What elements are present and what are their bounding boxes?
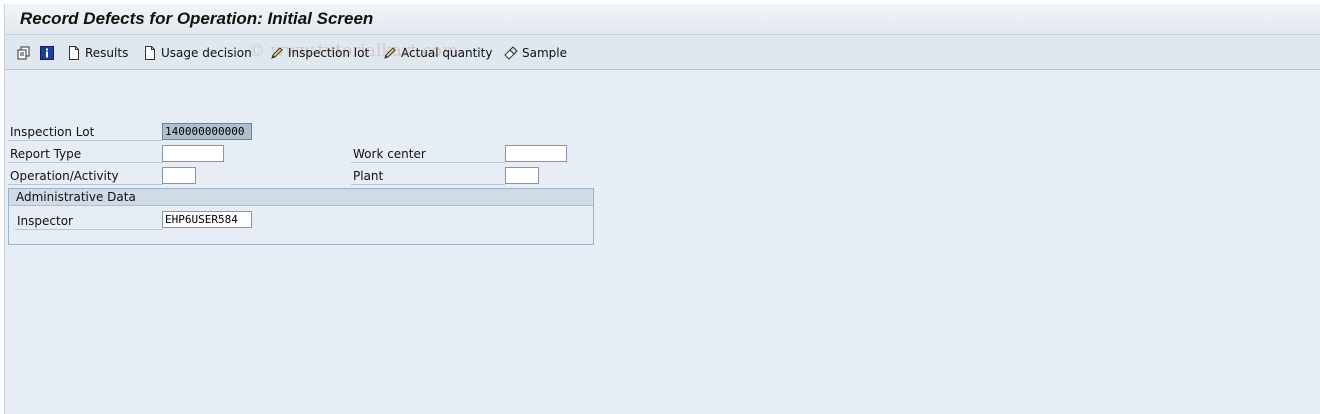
info-icon <box>40 46 54 60</box>
sample-button[interactable]: Sample <box>504 44 567 62</box>
group-header: Administrative Data <box>9 189 593 206</box>
info-button[interactable] <box>40 44 54 62</box>
pencil-icon <box>271 47 283 59</box>
eraser-pencil-icon <box>504 46 518 60</box>
document-icon <box>69 46 79 60</box>
label-underline <box>8 162 163 163</box>
inspection-lot-label: Inspection lot <box>288 46 370 60</box>
sample-label: Sample <box>522 46 567 60</box>
label-underline <box>351 162 505 163</box>
report-type-label: Report Type <box>10 147 82 161</box>
plant-input[interactable] <box>505 167 539 184</box>
operation-activity-input[interactable] <box>162 167 196 184</box>
results-button[interactable]: Results <box>67 44 128 62</box>
multi-document-icon <box>17 46 30 60</box>
operation-activity-label: Operation/Activity <box>10 169 119 183</box>
label-underline <box>8 140 163 141</box>
document-icon <box>145 46 155 60</box>
group-title: Administrative Data <box>16 190 136 204</box>
title-bar: Record Defects for Operation: Initial Sc… <box>5 4 1320 35</box>
actual-quantity-button[interactable]: Actual quantity <box>383 44 492 62</box>
inspection-lot-input[interactable]: 140000000000 <box>162 123 252 140</box>
inspector-input[interactable]: EHP6USER584 <box>162 211 252 228</box>
report-type-input[interactable] <box>162 145 224 162</box>
usage-decision-button[interactable]: Usage decision <box>143 44 252 62</box>
label-underline <box>8 184 163 185</box>
work-center-label: Work center <box>353 147 426 161</box>
multi-document-button[interactable] <box>17 44 31 62</box>
application-toolbar: © www.tutorialkart.com Results Usage dec… <box>5 35 1320 70</box>
plant-label: Plant <box>353 169 384 183</box>
usage-decision-label: Usage decision <box>161 46 252 60</box>
actual-quantity-label: Actual quantity <box>401 46 493 60</box>
label-underline <box>351 184 505 185</box>
administrative-data-group: Administrative Data Inspector EHP6USER58… <box>8 188 594 245</box>
inspection-lot-button[interactable]: Inspection lot <box>270 44 369 62</box>
page-title: Record Defects for Operation: Initial Sc… <box>20 9 374 28</box>
pencil-icon <box>384 47 396 59</box>
inspection-lot-field-label: Inspection Lot <box>10 125 95 139</box>
inspector-label: Inspector <box>17 214 73 228</box>
work-center-input[interactable] <box>505 145 567 162</box>
label-underline <box>15 229 163 230</box>
main-window: Record Defects for Operation: Initial Sc… <box>4 4 1320 414</box>
results-label: Results <box>85 46 129 60</box>
